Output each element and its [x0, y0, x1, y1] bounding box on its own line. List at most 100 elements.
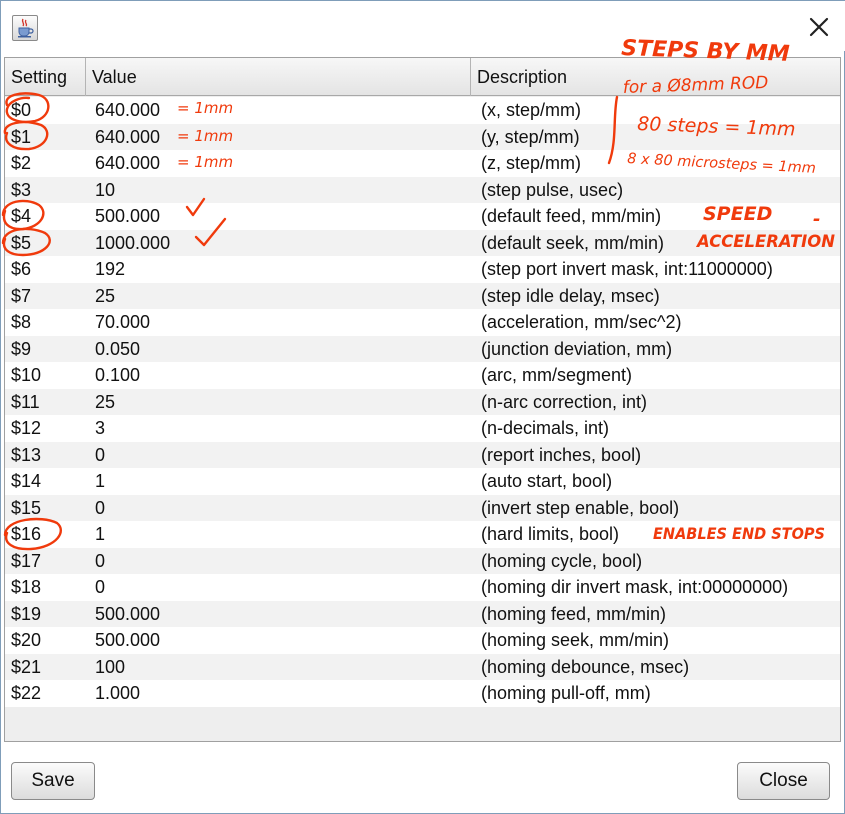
- description-cell: (n-arc correction, int): [481, 391, 648, 412]
- close-icon[interactable]: [805, 13, 833, 41]
- table-row[interactable]: $21 100 (homing debounce, msec): [5, 653, 840, 680]
- table-row[interactable]: $8 70.000 (acceleration, mm/sec^2): [5, 309, 840, 336]
- table-row[interactable]: $16 1 (hard limits, bool): [5, 521, 840, 548]
- setting-cell: $19: [11, 603, 42, 624]
- table-row[interactable]: $7 25 (step idle delay, msec): [5, 282, 840, 309]
- value-cell: 640.000: [95, 126, 161, 147]
- column-header-value[interactable]: Value: [86, 58, 471, 96]
- description-cell: (step pulse, usec): [481, 179, 624, 200]
- value-cell: 640.000: [95, 153, 161, 173]
- setting-cell: $8: [11, 312, 32, 332]
- value-cell: 100: [95, 656, 126, 677]
- table-row[interactable]: $9 0.050 (junction deviation, mm): [5, 335, 840, 362]
- description-cell: (default feed, mm/min): [481, 206, 662, 226]
- table-row[interactable]: $14 1 (auto start, bool): [5, 468, 840, 495]
- description-cell: (homing cycle, bool): [481, 550, 643, 571]
- setting-cell: $18: [11, 577, 42, 597]
- table-row[interactable]: $11 25 (n-arc correction, int): [5, 388, 840, 415]
- table-row[interactable]: $4 500.000 (default feed, mm/min): [5, 203, 840, 230]
- setting-cell: $1: [11, 126, 32, 147]
- description-cell: (homing dir invert mask, int:00000000): [481, 577, 789, 597]
- description-cell: (homing pull-off, mm): [481, 683, 651, 703]
- value-cell: 0: [95, 444, 106, 465]
- description-cell: (n-decimals, int): [481, 418, 610, 438]
- value-cell: 500.000: [95, 630, 161, 650]
- setting-cell: $10: [11, 365, 42, 385]
- table-row[interactable]: $19 500.000 (homing feed, mm/min): [5, 600, 840, 627]
- settings-dialog: Setting Value Description $0 640.000 (x, s…: [0, 0, 845, 814]
- value-cell: 0.100: [95, 365, 141, 385]
- title-bar: [1, 1, 845, 51]
- value-cell: 0: [95, 550, 106, 571]
- setting-cell: $14: [11, 471, 42, 491]
- table-row[interactable]: $22 1.000 (homing pull-off, mm): [5, 680, 840, 707]
- table-row[interactable]: $12 3 (n-decimals, int): [5, 415, 840, 442]
- save-button[interactable]: Save: [11, 762, 95, 800]
- setting-cell: $22: [11, 683, 42, 703]
- close-button[interactable]: Close: [737, 762, 830, 800]
- setting-cell: $20: [11, 630, 42, 650]
- table-row[interactable]: $3 10 (step pulse, usec): [5, 176, 840, 203]
- table-row[interactable]: $18 0 (homing dir invert mask, int:0000000…: [5, 574, 840, 601]
- description-cell: (hard limits, bool): [481, 524, 620, 544]
- table-row[interactable]: $20 500.000 (homing seek, mm/min): [5, 627, 840, 654]
- value-cell: 3: [95, 418, 106, 438]
- table-row[interactable]: $0 640.000 (x, step/mm): [5, 97, 840, 124]
- table-row[interactable]: $6 192 (step port invert mask, int:1100000…: [5, 256, 840, 283]
- description-cell: (homing feed, mm/min): [481, 603, 667, 624]
- value-cell: 0: [95, 577, 106, 597]
- setting-cell: $5: [11, 232, 32, 253]
- table-row[interactable]: $10 0.100 (arc, mm/segment): [5, 362, 840, 389]
- value-cell: 1: [95, 524, 106, 544]
- value-cell: 0: [95, 497, 106, 518]
- value-cell: 640.000: [95, 100, 161, 120]
- description-cell: (x, step/mm): [481, 100, 582, 120]
- description-cell: (junction deviation, mm): [481, 338, 673, 359]
- setting-cell: $6: [11, 259, 32, 279]
- value-cell: 1000.000: [95, 232, 171, 253]
- setting-cell: $4: [11, 206, 32, 226]
- description-cell: (z, step/mm): [481, 153, 582, 173]
- description-cell: (homing seek, mm/min): [481, 630, 670, 650]
- value-cell: 1.000: [95, 683, 141, 703]
- value-cell: 192: [95, 259, 126, 279]
- description-cell: (report inches, bool): [481, 444, 642, 465]
- table-row[interactable]: $15 0 (invert step enable, bool): [5, 494, 840, 521]
- settings-table: Setting Value Description $0 640.000 (x, s…: [4, 57, 841, 742]
- description-cell: (default seek, mm/min): [481, 232, 665, 253]
- value-cell: 25: [95, 391, 116, 412]
- description-cell: (homing debounce, msec): [481, 656, 690, 677]
- description-cell: (auto start, bool): [481, 471, 613, 491]
- value-cell: 500.000: [95, 206, 161, 226]
- column-header-description[interactable]: Description: [471, 58, 840, 96]
- column-header-setting[interactable]: Setting: [5, 58, 86, 96]
- table-row[interactable]: $17 0 (homing cycle, bool): [5, 547, 840, 574]
- setting-cell: $12: [11, 418, 42, 438]
- table-row[interactable]: $1 640.000 (y, step/mm): [5, 123, 840, 150]
- value-cell: 0.050: [95, 338, 141, 359]
- value-cell: 500.000: [95, 603, 161, 624]
- table-row[interactable]: $5 1000.000 (default seek, mm/min): [5, 229, 840, 256]
- description-cell: (step idle delay, msec): [481, 285, 660, 306]
- setting-cell: $0: [11, 100, 32, 120]
- setting-cell: $15: [11, 497, 42, 518]
- java-cup-icon: [12, 15, 38, 41]
- setting-cell: $13: [11, 444, 42, 465]
- description-cell: (acceleration, mm/sec^2): [481, 312, 682, 332]
- value-cell: 10: [95, 179, 116, 200]
- description-cell: (invert step enable, bool): [481, 497, 680, 518]
- table-header: Setting Value Description: [5, 58, 840, 96]
- setting-cell: $17: [11, 550, 42, 571]
- value-cell: 25: [95, 285, 116, 306]
- setting-cell: $21: [11, 656, 42, 677]
- table-row[interactable]: $2 640.000 (z, step/mm): [5, 150, 840, 177]
- setting-cell: $11: [11, 391, 40, 412]
- description-cell: (arc, mm/segment): [481, 365, 633, 385]
- value-cell: 70.000: [95, 312, 151, 332]
- setting-cell: $9: [11, 338, 32, 359]
- setting-cell: $2: [11, 153, 32, 173]
- table-row[interactable]: $13 0 (report inches, bool): [5, 441, 840, 468]
- description-cell: (step port invert mask, int:11000000): [481, 259, 773, 279]
- setting-cell: $16: [11, 524, 42, 544]
- setting-cell: $3: [11, 179, 32, 200]
